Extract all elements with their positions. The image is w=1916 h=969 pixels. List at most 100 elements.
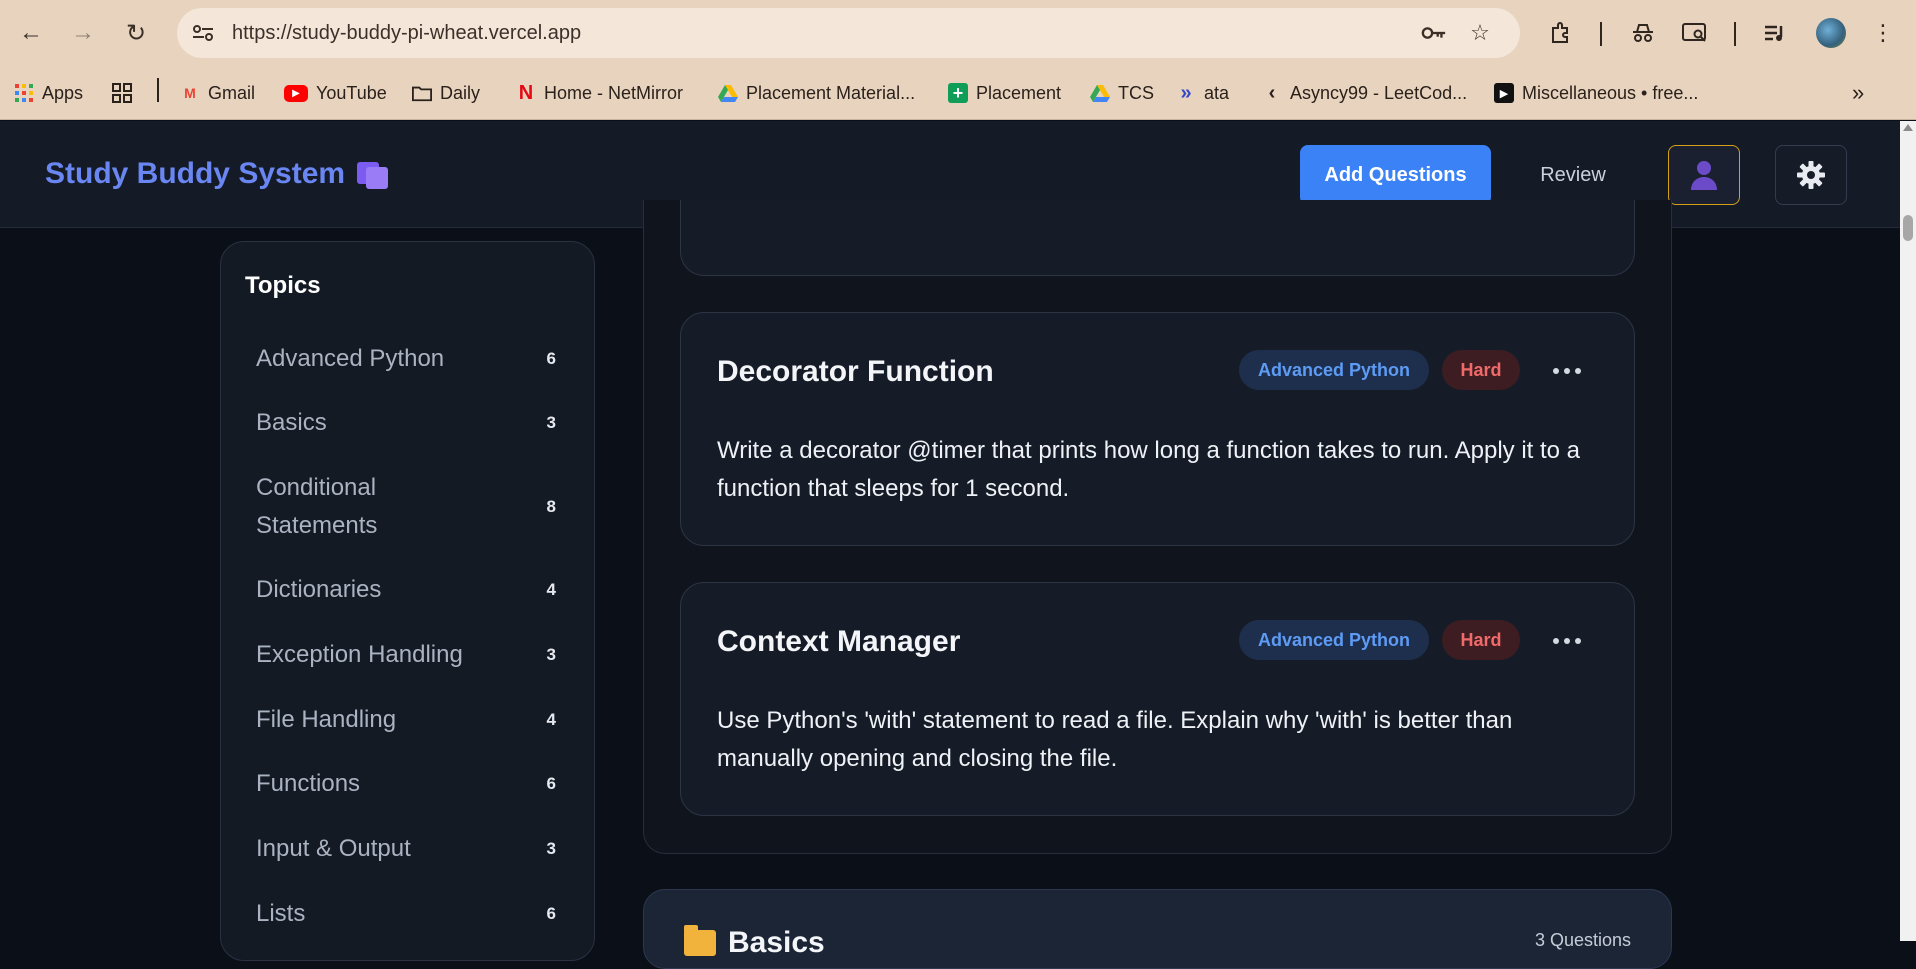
topic-item-basics[interactable]: Basics 3 xyxy=(256,404,556,442)
extensions-icon[interactable] xyxy=(1544,16,1578,50)
bookmark-label: YouTube xyxy=(316,82,387,103)
scroll-thumb[interactable] xyxy=(1903,215,1913,241)
topic-label: Exception Handling xyxy=(256,641,463,668)
gear-icon xyxy=(1797,161,1825,189)
section-title-text: Basics xyxy=(728,926,825,959)
bookmark-label: Daily xyxy=(440,82,481,103)
bookmark-label: Apps xyxy=(42,82,84,103)
bookmark-ata[interactable]: » ata xyxy=(1176,78,1229,108)
topic-item-file-handling[interactable]: File Handling 4 xyxy=(256,701,556,739)
bookmark-apps[interactable]: Apps xyxy=(14,78,83,108)
password-key-icon[interactable] xyxy=(1421,20,1447,46)
topic-label: Basics xyxy=(256,409,327,436)
topic-count: 4 xyxy=(546,710,556,729)
toolbar-divider xyxy=(1600,22,1602,46)
leetcode-icon: ‹ xyxy=(1268,81,1276,104)
bookmark-label: Asyncy99 - LeetCod... xyxy=(1290,82,1468,103)
topic-count: 6 xyxy=(546,349,556,368)
question-card-partial[interactable] xyxy=(680,200,1635,276)
section-title: Basics xyxy=(684,925,825,960)
topic-item-exception-handling[interactable]: Exception Handling 3 xyxy=(256,636,556,674)
topic-item-lists[interactable]: Lists 6 xyxy=(256,895,556,933)
bookmark-divider xyxy=(157,78,159,102)
back-arrow-icon[interactable]: ← xyxy=(12,14,50,52)
topic-label: Advanced Python xyxy=(256,345,445,372)
bookmark-leetcode[interactable]: ‹ Asyncy99 - LeetCod... xyxy=(1262,78,1467,108)
more-options-icon[interactable] xyxy=(1547,356,1587,386)
bookmarks-overflow-icon[interactable]: » xyxy=(1852,78,1864,108)
topic-count: 4 xyxy=(546,580,556,599)
bookmark-gmail[interactable]: M Gmail xyxy=(180,78,255,108)
bookmark-miscellaneous[interactable]: ▶ Miscellaneous • free... xyxy=(1494,78,1698,108)
more-vertical-icon[interactable]: ⋮ xyxy=(1866,16,1900,50)
apps-grid-icon xyxy=(14,83,34,103)
bookmark-tab-groups[interactable] xyxy=(112,78,132,108)
netmirror-icon: N xyxy=(518,81,534,104)
topic-item-advanced-python[interactable]: Advanced Python 6 xyxy=(256,340,556,378)
bookmark-label: Home - NetMirror xyxy=(544,82,684,103)
difficulty-badge: Hard xyxy=(1442,620,1520,660)
toolbar-divider xyxy=(1734,22,1736,46)
difficulty-badge: Hard xyxy=(1442,350,1520,390)
add-questions-button[interactable]: Add Questions xyxy=(1300,145,1491,205)
bookmark-star-icon[interactable]: ☆ xyxy=(1467,20,1493,46)
bookmark-youtube[interactable]: ▶ YouTube xyxy=(284,78,387,108)
google-drive-icon xyxy=(1090,83,1110,103)
tab-search-icon[interactable] xyxy=(1678,16,1712,50)
more-options-icon[interactable] xyxy=(1547,626,1587,656)
address-bar[interactable]: https://study-buddy-pi-wheat.vercel.app … xyxy=(177,8,1520,58)
topic-count: 3 xyxy=(546,645,556,664)
topic-badge: Advanced Python xyxy=(1239,350,1429,390)
folder-icon xyxy=(684,925,716,956)
bookmark-tcs[interactable]: TCS xyxy=(1090,78,1154,108)
topic-item-functions[interactable]: Functions 6 xyxy=(256,765,556,803)
cards-stack-icon xyxy=(357,160,389,189)
question-title: Decorator Function xyxy=(717,355,994,388)
google-sheets-icon: + xyxy=(948,83,968,103)
forward-arrow-icon[interactable]: → xyxy=(64,14,102,52)
media-queue-icon[interactable] xyxy=(1758,16,1792,50)
google-drive-icon xyxy=(718,83,738,103)
topic-item-conditional-statements[interactable]: Conditional Statements 8 xyxy=(256,469,556,545)
topic-item-input-output[interactable]: Input & Output 3 xyxy=(256,830,556,868)
review-button[interactable]: Review xyxy=(1518,145,1628,205)
bookmark-netmirror[interactable]: N Home - NetMirror xyxy=(516,78,683,108)
question-title: Context Manager xyxy=(717,625,961,658)
folder-icon xyxy=(412,83,432,103)
scroll-up-arrow-icon[interactable] xyxy=(1903,124,1913,131)
user-icon xyxy=(1691,161,1717,190)
play-icon: ▶ xyxy=(1494,83,1514,103)
gmail-icon: M xyxy=(184,85,196,101)
tab-groups-icon xyxy=(112,83,132,103)
reload-icon[interactable]: ↻ xyxy=(117,14,155,52)
bookmark-placement-material[interactable]: Placement Material... xyxy=(718,78,915,108)
site-info-icon[interactable] xyxy=(189,19,217,47)
user-profile-button[interactable] xyxy=(1668,145,1740,205)
topic-label: Dictionaries xyxy=(256,576,382,603)
question-card[interactable]: Decorator Function Advanced Python Hard … xyxy=(680,312,1635,546)
topic-count: 6 xyxy=(546,904,556,923)
question-body: Write a decorator @timer that prints how… xyxy=(717,437,1581,502)
topic-item-dictionaries[interactable]: Dictionaries 4 xyxy=(256,571,556,609)
bookmark-daily[interactable]: Daily xyxy=(412,78,480,108)
topic-label: File Handling xyxy=(256,706,397,733)
youtube-icon: ▶ xyxy=(284,84,308,102)
question-card[interactable]: Context Manager Advanced Python Hard Use… xyxy=(680,582,1635,816)
topic-section-header[interactable]: Basics 3 Questions xyxy=(643,889,1672,969)
bookmark-placement[interactable]: + Placement xyxy=(948,78,1061,108)
ata-icon: » xyxy=(1180,81,1192,104)
topic-count: 8 xyxy=(546,497,556,516)
topic-label: Input & Output xyxy=(256,835,411,862)
profile-avatar[interactable] xyxy=(1816,18,1846,48)
settings-button[interactable] xyxy=(1775,145,1847,205)
browser-toolbar: ← → ↻ https://study-buddy-pi-wheat.verce… xyxy=(0,0,1916,68)
sidebar-title: Topics xyxy=(245,272,321,299)
url-text[interactable]: https://study-buddy-pi-wheat.vercel.app xyxy=(232,22,581,45)
topic-badge: Advanced Python xyxy=(1239,620,1429,660)
bookmark-label: Placement xyxy=(976,82,1062,103)
brand-title: Study Buddy System xyxy=(45,157,346,190)
brand[interactable]: Study Buddy System xyxy=(45,157,389,191)
bookmark-label: Placement Material... xyxy=(746,82,916,103)
incognito-spy-icon[interactable] xyxy=(1626,16,1660,50)
page-scrollbar[interactable] xyxy=(1900,121,1916,941)
